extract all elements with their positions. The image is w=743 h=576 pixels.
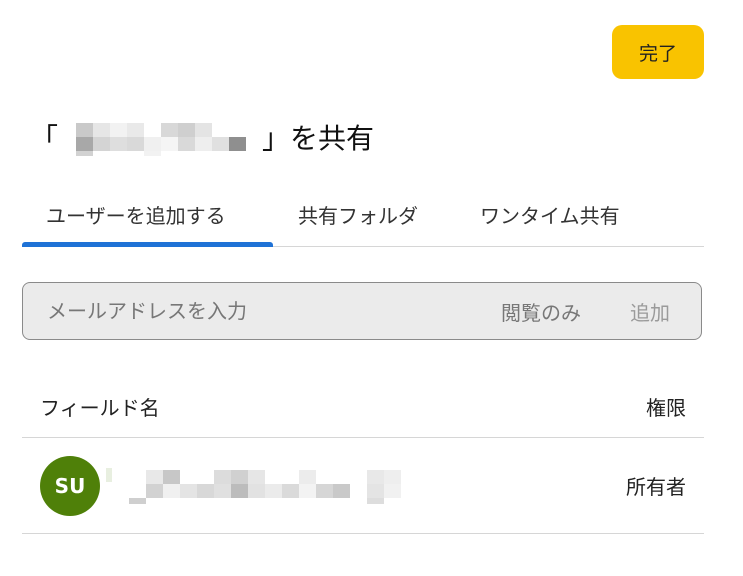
active-tab-indicator xyxy=(22,242,273,247)
permission-select[interactable]: 閲覧のみ xyxy=(501,283,581,339)
user-row[interactable]: SU 所有者 xyxy=(22,438,704,534)
share-title: 「 」を共有 xyxy=(30,112,374,162)
add-button[interactable]: 追加 xyxy=(630,283,670,339)
tab-add-user[interactable]: ユーザーを追加する xyxy=(46,186,226,242)
field-name-header: フィールド名 xyxy=(40,395,160,420)
done-button[interactable]: 完了 xyxy=(612,25,704,79)
share-tabs: ユーザーを追加する 共有フォルダ ワンタイム共有 xyxy=(22,186,704,247)
tab-one-time-share[interactable]: ワンタイム共有 xyxy=(480,186,620,242)
email-input[interactable] xyxy=(47,283,477,339)
redacted-record-name xyxy=(60,117,260,157)
user-permission: 所有者 xyxy=(626,475,686,499)
title-open-bracket: 「 xyxy=(30,122,59,155)
add-user-form: 閲覧のみ 追加 xyxy=(22,282,702,340)
user-list-header: フィールド名 権限 xyxy=(22,380,704,438)
tab-shared-folder[interactable]: 共有フォルダ xyxy=(298,186,418,242)
title-close-bracket: 」を共有 xyxy=(262,122,375,155)
redacted-user-email xyxy=(106,468,426,504)
permission-header: 権限 xyxy=(646,395,686,420)
avatar: SU xyxy=(40,456,100,516)
